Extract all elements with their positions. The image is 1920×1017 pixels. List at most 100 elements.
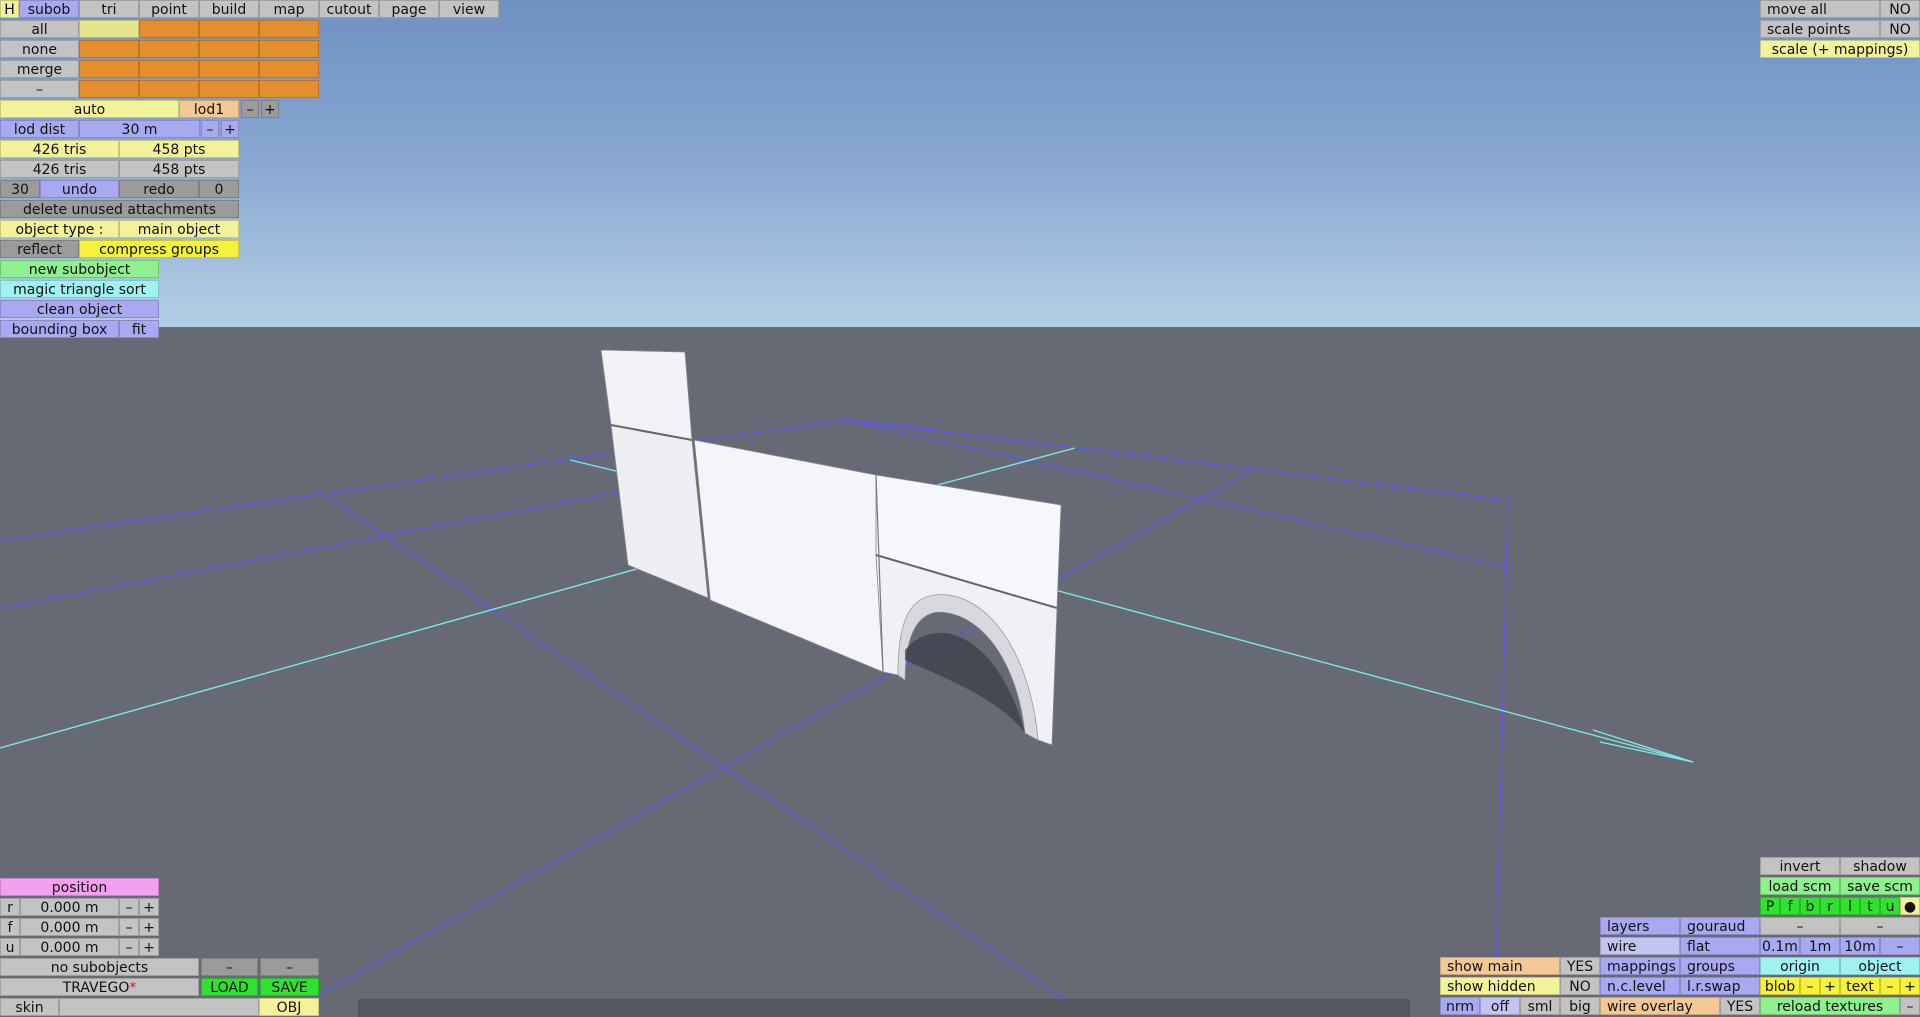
- skin-input[interactable]: [59, 998, 259, 1016]
- view-p-button[interactable]: P: [1760, 897, 1780, 915]
- redo-button[interactable]: redo: [119, 180, 199, 198]
- lod-auto-button[interactable]: auto: [0, 100, 179, 118]
- position-f-minus-button[interactable]: –: [119, 918, 139, 936]
- tab-build[interactable]: build: [199, 0, 259, 18]
- layers-button[interactable]: layers: [1600, 917, 1680, 935]
- new-subobject-button[interactable]: new subobject: [0, 260, 159, 278]
- compress-groups-button[interactable]: compress groups: [79, 240, 239, 258]
- subobject-slot[interactable]: [79, 40, 139, 58]
- subobject-slot[interactable]: [79, 80, 139, 98]
- blob-minus-button[interactable]: –: [1800, 977, 1820, 995]
- position-f-value[interactable]: 0.000 m: [20, 918, 119, 936]
- fit-button[interactable]: fit: [119, 320, 159, 338]
- load-button[interactable]: LOAD: [201, 978, 258, 996]
- scale-mappings-button[interactable]: scale (+ mappings): [1760, 40, 1920, 58]
- bounding-box-button[interactable]: bounding box: [0, 320, 119, 338]
- subobject-slot[interactable]: [199, 60, 259, 78]
- origin-button[interactable]: origin: [1760, 957, 1840, 975]
- view-u-button[interactable]: u: [1880, 897, 1900, 915]
- view-b-button[interactable]: b: [1800, 897, 1820, 915]
- flat-button[interactable]: flat: [1680, 937, 1760, 955]
- show-main-toggle[interactable]: YES: [1560, 957, 1600, 975]
- tab-point[interactable]: point: [139, 0, 199, 18]
- position-f-plus-button[interactable]: +: [139, 918, 159, 936]
- viewport-3d[interactable]: [0, 0, 1920, 1017]
- show-hidden-toggle[interactable]: NO: [1560, 977, 1600, 995]
- invert-button[interactable]: invert: [1760, 857, 1840, 875]
- subobject-slot[interactable]: [139, 80, 199, 98]
- mappings-button[interactable]: mappings: [1600, 957, 1680, 975]
- lod-dist-plus-button[interactable]: +: [221, 120, 239, 138]
- undo-button[interactable]: undo: [40, 180, 119, 198]
- save-button[interactable]: SAVE: [260, 978, 319, 996]
- position-r-value[interactable]: 0.000 m: [20, 898, 119, 916]
- text-minus-button[interactable]: –: [1880, 977, 1900, 995]
- subobject-slot[interactable]: [259, 40, 319, 58]
- position-u-plus-button[interactable]: +: [139, 938, 159, 956]
- load-scm-button[interactable]: load scm: [1760, 877, 1840, 895]
- subobject-slot[interactable]: [139, 20, 199, 38]
- position-r-minus-button[interactable]: –: [119, 898, 139, 916]
- select-minus-button[interactable]: –: [0, 80, 79, 98]
- grid-1m-button[interactable]: 1m: [1800, 937, 1840, 955]
- subobject-slot[interactable]: [199, 20, 259, 38]
- tab-map[interactable]: map: [259, 0, 319, 18]
- magic-triangle-sort-button[interactable]: magic triangle sort: [0, 280, 159, 298]
- subobject-slot[interactable]: [259, 60, 319, 78]
- big-button[interactable]: big: [1560, 997, 1600, 1015]
- off-button[interactable]: off: [1480, 997, 1520, 1015]
- position-u-value[interactable]: 0.000 m: [20, 938, 119, 956]
- grid-minus-button[interactable]: –: [1880, 937, 1920, 955]
- tab-page[interactable]: page: [379, 0, 439, 18]
- subobject-slot[interactable]: [139, 60, 199, 78]
- subobject-minus-button[interactable]: –: [201, 958, 258, 976]
- grid-10m-button[interactable]: 10m: [1840, 937, 1880, 955]
- h-toggle-button[interactable]: H: [0, 0, 19, 18]
- view-l-button[interactable]: l: [1840, 897, 1860, 915]
- subobject-slot[interactable]: [199, 80, 259, 98]
- lod-plus-button[interactable]: +: [261, 100, 279, 118]
- lod-dist-minus-button[interactable]: –: [201, 120, 219, 138]
- subobject-slot[interactable]: [139, 40, 199, 58]
- layer-minus-button-2[interactable]: –: [1840, 917, 1920, 935]
- delete-unused-attachments-button[interactable]: delete unused attachments: [0, 200, 239, 218]
- view-dot-button[interactable]: ●: [1900, 897, 1920, 915]
- subobject-slot[interactable]: [259, 20, 319, 38]
- blob-button[interactable]: blob: [1760, 977, 1800, 995]
- subobject-slot[interactable]: [79, 60, 139, 78]
- object-type-value[interactable]: main object: [119, 220, 239, 238]
- horizontal-scrollbar[interactable]: [358, 999, 1410, 1017]
- model-wall[interactable]: [600, 349, 1062, 746]
- nc-level-button[interactable]: n.c.level: [1600, 977, 1680, 995]
- layer-minus-button[interactable]: –: [1760, 917, 1840, 935]
- lod1-button[interactable]: lod1: [179, 100, 239, 118]
- blob-plus-button[interactable]: +: [1820, 977, 1840, 995]
- position-u-minus-button[interactable]: –: [119, 938, 139, 956]
- position-r-plus-button[interactable]: +: [139, 898, 159, 916]
- lod-dist-value[interactable]: 30 m: [79, 120, 200, 138]
- merge-button[interactable]: merge: [0, 60, 79, 78]
- select-all-button[interactable]: all: [0, 20, 79, 38]
- subobject-slot[interactable]: [199, 40, 259, 58]
- subobject-slot[interactable]: [259, 80, 319, 98]
- wire-overlay-toggle[interactable]: YES: [1720, 997, 1760, 1015]
- view-f-button[interactable]: f: [1780, 897, 1800, 915]
- reload-textures-button[interactable]: reload textures: [1760, 997, 1900, 1015]
- text-plus-button[interactable]: +: [1900, 977, 1920, 995]
- nrm-button[interactable]: nrm: [1440, 997, 1480, 1015]
- lod-minus-button[interactable]: –: [241, 100, 259, 118]
- lr-swap-button[interactable]: l.r.swap: [1680, 977, 1760, 995]
- wire-button[interactable]: wire: [1600, 937, 1680, 955]
- object-button[interactable]: object: [1840, 957, 1920, 975]
- view-t-button[interactable]: t: [1860, 897, 1880, 915]
- groups-button[interactable]: groups: [1680, 957, 1760, 975]
- grid-01m-button[interactable]: 0.1m: [1760, 937, 1800, 955]
- tab-view[interactable]: view: [439, 0, 499, 18]
- clean-object-button[interactable]: clean object: [0, 300, 159, 318]
- tab-cutout[interactable]: cutout: [319, 0, 379, 18]
- sml-button[interactable]: sml: [1520, 997, 1560, 1015]
- gouraud-button[interactable]: gouraud: [1680, 917, 1760, 935]
- obj-button[interactable]: OBJ: [259, 998, 319, 1016]
- reflect-button[interactable]: reflect: [0, 240, 79, 258]
- tab-tri[interactable]: tri: [79, 0, 139, 18]
